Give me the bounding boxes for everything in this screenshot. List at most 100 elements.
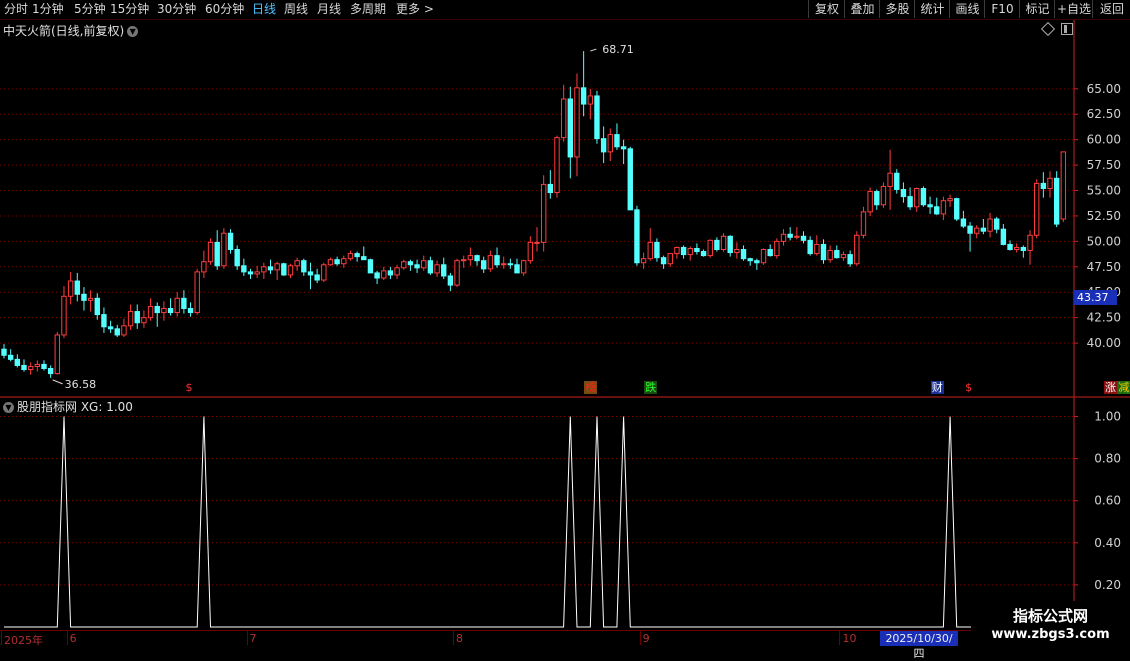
date-tick	[246, 631, 248, 645]
candle-body	[261, 266, 267, 273]
candle-body	[967, 225, 973, 234]
candle-body	[381, 270, 387, 279]
candle-body	[540, 183, 547, 243]
candle-body	[107, 326, 114, 330]
candle-body	[587, 95, 593, 105]
candle-body	[74, 280, 80, 295]
candle-body	[1000, 228, 1007, 245]
candle-body	[301, 260, 307, 273]
candle-body	[514, 264, 520, 274]
candle-body	[954, 198, 960, 220]
candle-body	[141, 317, 147, 324]
candle-body	[720, 235, 727, 251]
candle-body	[620, 146, 627, 150]
indicator-tick-label: 0.80	[1094, 452, 1121, 466]
chevron-down-icon[interactable]: ▼	[3, 402, 14, 413]
signal-tag[interactable]: 跌	[644, 381, 658, 394]
indicator-title: ▼ 股朋指标网 XG: 1.00	[3, 398, 133, 415]
candle-body	[147, 305, 154, 319]
candle-body	[7, 354, 14, 360]
candle-body	[974, 227, 980, 234]
signal-tag[interactable]: $	[964, 381, 973, 394]
candle-body	[207, 241, 214, 263]
candle-body	[27, 365, 34, 371]
candle-body	[907, 196, 913, 208]
candle-body	[307, 271, 314, 276]
candle-body	[1027, 234, 1033, 252]
candle-body	[474, 255, 480, 262]
date-tick	[66, 631, 68, 645]
signal-tag[interactable]: 财	[930, 381, 944, 394]
signal-tag[interactable]: $	[185, 381, 194, 394]
indicator-tick-label: 1.00	[1094, 410, 1121, 424]
candle-body	[187, 308, 194, 314]
candle-body	[900, 189, 907, 198]
candle-body	[600, 138, 607, 153]
main-tick-label: 55.00	[1087, 184, 1121, 198]
candle-body	[267, 266, 274, 271]
candle-body	[754, 260, 760, 264]
date-tick	[1, 631, 2, 645]
candle-body	[574, 87, 580, 158]
signal-tag[interactable]: 涨	[1103, 381, 1117, 394]
candle-body	[867, 191, 873, 213]
candle-body	[161, 308, 167, 314]
candle-body	[347, 253, 354, 260]
candle-body	[34, 363, 41, 367]
high-price-label: 68.71	[602, 43, 634, 56]
candle-body	[727, 235, 733, 254]
candle-body	[41, 363, 47, 370]
candle-body	[194, 271, 200, 314]
date-label: 10	[842, 632, 857, 645]
candle-body	[554, 137, 560, 194]
main-tick-label: 42.50	[1087, 311, 1121, 325]
candle-body	[927, 204, 933, 208]
main-tick-label: 62.50	[1087, 107, 1121, 121]
signal-tag[interactable]: 减	[1117, 381, 1130, 394]
candle-body	[634, 209, 640, 264]
candle-body	[341, 258, 347, 265]
candle-body	[640, 258, 647, 264]
candle-body	[394, 267, 400, 276]
candle-body	[401, 261, 407, 269]
candle-body	[334, 259, 340, 265]
candle-body	[494, 255, 500, 266]
candle-body	[434, 264, 440, 274]
candle-body	[700, 251, 707, 257]
candle-body	[481, 260, 487, 270]
candle-body	[674, 246, 680, 255]
candle-body	[274, 263, 280, 271]
watermark: 指标公式网 www.zbgs3.com	[971, 601, 1130, 650]
candle-body	[134, 311, 140, 324]
candle-body	[627, 148, 633, 211]
candle-body	[61, 295, 67, 336]
candle-body	[241, 265, 247, 273]
candle-body	[1007, 243, 1013, 251]
main-tick-label: 60.00	[1087, 133, 1121, 147]
candle-body	[840, 254, 847, 259]
candle-body	[287, 265, 294, 276]
candle-body	[767, 249, 773, 257]
candle-body	[787, 233, 793, 238]
candle-body	[281, 263, 287, 276]
indicator-tick-label: 0.40	[1094, 536, 1121, 550]
candle-body	[714, 239, 720, 251]
candle-body	[54, 334, 60, 375]
candle-body	[254, 271, 260, 275]
candle-body	[854, 234, 860, 265]
candle-body	[880, 185, 887, 206]
candle-body	[314, 274, 320, 281]
candle-body	[507, 263, 514, 266]
candle-body	[660, 257, 667, 265]
candle-body	[234, 249, 240, 267]
candle-body	[940, 200, 947, 215]
candle-body	[174, 297, 180, 314]
candle-body	[680, 246, 687, 256]
candle-body	[654, 241, 660, 259]
indicator-tick-label: 0.60	[1094, 494, 1121, 508]
signal-tag[interactable]: 榜	[584, 381, 598, 394]
candle-body	[914, 187, 920, 208]
candle-body	[421, 260, 427, 269]
candle-body	[247, 271, 254, 275]
candle-body	[614, 134, 620, 148]
